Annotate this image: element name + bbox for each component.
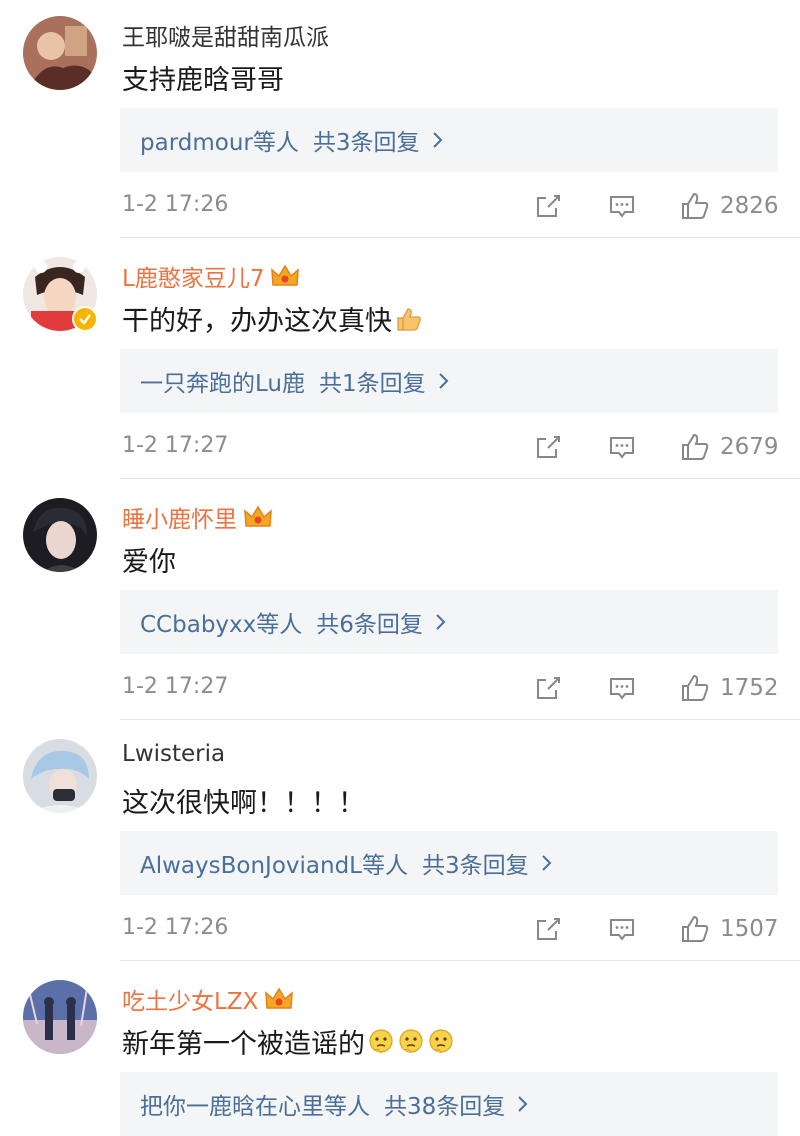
comment-button[interactable] xyxy=(608,188,636,224)
share-icon xyxy=(537,436,560,458)
comment-text: 爱你 xyxy=(122,547,176,578)
like-button[interactable]: 2826 xyxy=(680,188,779,224)
comment-feed: 王耶啵是甜甜南瓜派 支持鹿晗哥哥 pardmour等人 共3条回复 1-2 17… xyxy=(0,0,800,1136)
share-icon xyxy=(537,195,560,217)
username[interactable]: 睡小鹿怀里 xyxy=(122,500,273,534)
crown-icon xyxy=(271,264,300,286)
reply-users: pardmour等人 xyxy=(140,130,299,156)
reply-users: CCbabyxx等人 xyxy=(140,612,303,638)
comment-text: 新年第一个被造谣的 xyxy=(122,1022,455,1061)
reply-users: 把你一鹿晗在心里等人 xyxy=(140,1094,370,1120)
verified-icon xyxy=(72,306,98,332)
reply-count: 共1条回复 xyxy=(319,371,426,397)
chevron-right-icon xyxy=(436,614,446,630)
comment-text: 干的好，办办这次真快 xyxy=(122,299,422,338)
reply-summary[interactable]: 把你一鹿晗在心里等人 共38条回复 xyxy=(120,1072,778,1136)
divider xyxy=(120,719,800,720)
comment-actions: 1752 xyxy=(520,670,780,706)
timestamp: 1-2 17:27 xyxy=(122,433,229,458)
reply-summary[interactable]: CCbabyxx等人 共6条回复 xyxy=(120,590,778,654)
like-count: 1507 xyxy=(720,916,779,942)
comment-text: 支持鹿晗哥哥 xyxy=(122,65,284,96)
like-icon xyxy=(682,674,709,701)
chevron-right-icon xyxy=(432,132,442,148)
avatar[interactable] xyxy=(23,980,97,1054)
thinking-emoji xyxy=(429,1028,453,1053)
like-count: 1752 xyxy=(720,675,779,701)
reply-summary[interactable]: AlwaysBonJoviandL等人 共3条回复 xyxy=(120,831,778,895)
reply-count: 共3条回复 xyxy=(312,130,420,156)
share-button[interactable] xyxy=(534,429,562,465)
crown-icon xyxy=(265,987,294,1009)
comment-item: Lwisteria 这次很快啊！！！！ AlwaysBonJoviandL等人 … xyxy=(0,723,800,963)
comment-button[interactable] xyxy=(608,911,636,947)
comment-icon xyxy=(610,678,634,700)
comment-icon xyxy=(610,919,634,941)
like-button[interactable]: 2679 xyxy=(680,429,779,465)
chevron-right-icon xyxy=(518,1096,528,1112)
like-icon xyxy=(682,192,709,219)
divider xyxy=(120,478,800,479)
like-icon xyxy=(682,915,709,942)
timestamp: 1-2 17:27 xyxy=(122,674,229,699)
thinking-emoji xyxy=(369,1028,393,1053)
comment-actions: 2679 xyxy=(520,429,780,465)
username[interactable]: 王耶啵是甜甜南瓜派 xyxy=(122,18,329,52)
comment-item: L鹿憨家豆儿7 干的好，办办这次真快 一只奔跑的Lu鹿 共1条回复 1-2 17… xyxy=(0,241,800,481)
like-button[interactable]: 1752 xyxy=(680,670,779,706)
username[interactable]: L鹿憨家豆儿7 xyxy=(122,259,300,293)
comment-button[interactable] xyxy=(608,670,636,706)
share-button[interactable] xyxy=(534,188,562,224)
reply-users: 一只奔跑的Lu鹿 xyxy=(140,371,305,397)
thumbs-up-emoji xyxy=(397,307,421,331)
like-count: 2826 xyxy=(720,193,779,219)
reply-count: 共6条回复 xyxy=(316,612,423,638)
like-icon xyxy=(682,433,709,460)
comment-icon xyxy=(610,196,634,218)
comment-icon xyxy=(610,437,634,459)
chevron-right-icon xyxy=(438,373,449,389)
comment-actions: 2826 xyxy=(520,188,780,224)
comment-item: 吃土少女LZX 新年第一个被造谣的 把你一鹿晗在心里等人 共38条回复 xyxy=(0,964,800,1136)
avatar[interactable] xyxy=(23,16,97,90)
share-icon xyxy=(537,677,560,699)
share-button[interactable] xyxy=(534,911,562,947)
chevron-right-icon xyxy=(541,855,552,871)
divider xyxy=(120,237,800,238)
reply-count: 共3条回复 xyxy=(422,853,529,879)
reply-summary[interactable]: pardmour等人 共3条回复 xyxy=(120,108,778,172)
timestamp: 1-2 17:26 xyxy=(122,192,229,217)
share-icon xyxy=(537,918,560,940)
like-button[interactable]: 1507 xyxy=(680,911,779,947)
reply-summary[interactable]: 一只奔跑的Lu鹿 共1条回复 xyxy=(120,349,778,413)
comment-text: 这次很快啊！！！！ xyxy=(122,788,365,819)
comment-item: 王耶啵是甜甜南瓜派 支持鹿晗哥哥 pardmour等人 共3条回复 1-2 17… xyxy=(0,0,800,240)
crown-icon xyxy=(244,505,272,527)
avatar[interactable] xyxy=(23,498,97,572)
share-button[interactable] xyxy=(534,670,562,706)
comment-button[interactable] xyxy=(608,429,636,465)
timestamp: 1-2 17:26 xyxy=(122,915,229,940)
avatar[interactable] xyxy=(23,739,97,813)
comment-actions: 1507 xyxy=(520,911,780,947)
reply-users: AlwaysBonJoviandL等人 xyxy=(140,853,408,879)
username[interactable]: Lwisteria xyxy=(122,741,225,767)
like-count: 2679 xyxy=(720,434,779,460)
comment-item: 睡小鹿怀里 爱你 CCbabyxx等人 共6条回复 1-2 17:27 1752 xyxy=(0,482,800,722)
divider xyxy=(120,960,800,961)
thinking-emoji xyxy=(399,1028,423,1053)
username[interactable]: 吃土少女LZX xyxy=(122,982,294,1016)
reply-count: 共38条回复 xyxy=(384,1094,506,1120)
